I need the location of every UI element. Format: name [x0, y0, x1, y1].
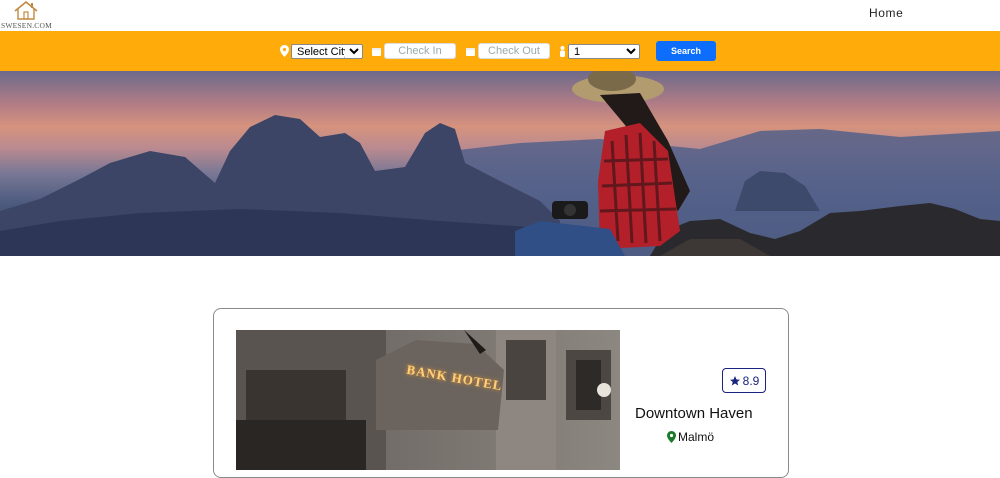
city-group: Select City	[280, 31, 363, 71]
search-button[interactable]: Search	[656, 41, 716, 61]
hotel-location: Malmö	[667, 430, 714, 444]
check-out-input[interactable]	[478, 43, 550, 59]
top-navbar: SWESEN.COM Home	[0, 0, 1000, 31]
house-logo-icon	[14, 0, 38, 20]
hotel-image[interactable]: BANK HOTEL	[236, 330, 620, 470]
rating-badge: 8.9	[722, 368, 766, 393]
person-icon	[560, 45, 565, 57]
nav-home-link[interactable]: Home	[869, 6, 903, 20]
calendar-icon	[466, 47, 475, 56]
check-in-input[interactable]	[384, 43, 456, 59]
search-bar: Select City 1 Search	[0, 31, 1000, 71]
guests-group: 1	[559, 31, 640, 71]
map-pin-icon	[667, 431, 676, 443]
hotel-city: Malmö	[678, 430, 715, 444]
city-select[interactable]: Select City	[291, 43, 363, 59]
guests-select[interactable]: 1	[568, 43, 640, 59]
map-pin-icon	[280, 45, 289, 57]
brand-logo[interactable]: SWESEN.COM	[0, 0, 60, 31]
check-in-group	[372, 31, 456, 71]
check-out-group	[466, 31, 550, 71]
calendar-icon	[372, 47, 381, 56]
hotel-photo	[236, 330, 620, 470]
hotel-name[interactable]: Downtown Haven	[635, 405, 785, 422]
hero-image	[0, 71, 1000, 256]
rating-value: 8.9	[742, 373, 760, 388]
hero-banner	[0, 71, 1000, 256]
logo-text: SWESEN.COM	[1, 21, 52, 30]
star-icon	[729, 375, 740, 385]
hotel-card[interactable]: BANK HOTEL 8.9 Downtown Haven Malmö	[213, 308, 789, 478]
